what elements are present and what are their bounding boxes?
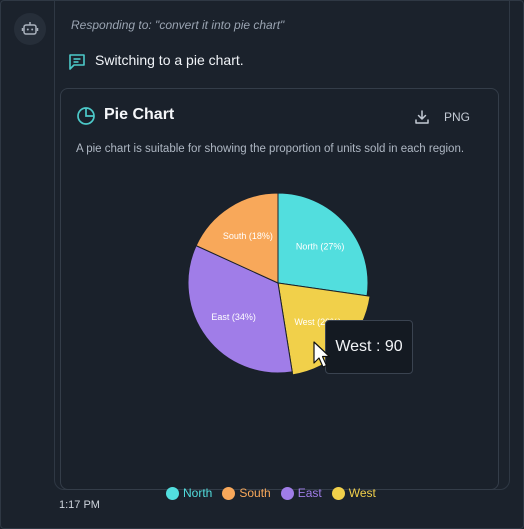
mouse-cursor-icon [313, 341, 331, 368]
legend-swatch-south [222, 486, 236, 500]
legend-item-west[interactable]: West [331, 486, 376, 500]
legend-label-east: East [297, 486, 322, 500]
legend-label-south: South [239, 486, 271, 500]
pie-chart: North (27%)West (20%)East (34%)South (18… [187, 192, 371, 376]
chart-legend: North South East West [166, 486, 376, 500]
slice-label-east: East (34%) [211, 312, 256, 322]
slice-label-north: North (27%) [296, 241, 345, 251]
legend-item-north[interactable]: North [166, 486, 212, 500]
legend-swatch-east [280, 486, 294, 500]
chart-tooltip: West : 90 [325, 320, 413, 374]
legend-swatch-west [331, 486, 345, 500]
legend-item-east[interactable]: East [280, 486, 322, 500]
legend-label-west: West [348, 486, 376, 500]
legend-swatch-north [166, 486, 179, 500]
legend-label-north: North [183, 486, 213, 500]
message-timestamp: 1:17 PM [59, 499, 100, 511]
slice-label-south: South (18%) [223, 231, 273, 241]
legend-item-south[interactable]: South [222, 486, 271, 500]
